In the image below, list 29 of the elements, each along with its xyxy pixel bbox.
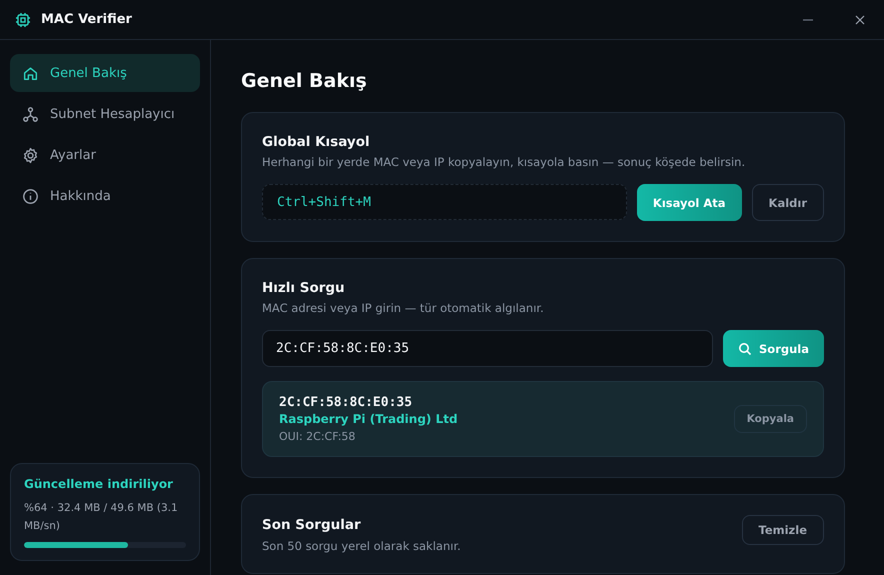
network-icon xyxy=(22,106,39,122)
sidebar-item[interactable]: Subnet Hesaplayıcı xyxy=(10,95,200,133)
card-title: Global Kısayol xyxy=(262,134,371,150)
close-icon[interactable] xyxy=(854,14,866,26)
copy-button[interactable]: Kopyala xyxy=(734,405,807,433)
page-title: Genel Bakış xyxy=(241,70,368,92)
window-title: MAC Verifier xyxy=(41,12,132,27)
card-description: MAC adresi veya IP girin — tür otomatik algılanır. xyxy=(262,301,545,315)
clear-button[interactable]: Temizle xyxy=(742,515,824,545)
sidebar-item[interactable]: Hakkında xyxy=(10,177,200,215)
search-icon xyxy=(738,342,752,356)
remove-button[interactable]: Kaldır xyxy=(752,184,824,221)
chip-icon xyxy=(15,12,31,28)
shortcut-field[interactable]: Ctrl+Shift+M xyxy=(262,184,627,220)
card-description: Son 50 sorgu yerel olarak saklanır. xyxy=(262,539,461,553)
sidebar-item[interactable]: Ayarlar xyxy=(10,136,200,174)
oui-text: OUI: 2C:CF:58 xyxy=(279,430,356,443)
card-description: Herhangi bir yerde MAC veya IP kopyalayın, kısayola basın — sonuç köşede belirsin. xyxy=(262,155,746,169)
mac-address: 2C:CF:58:8C:E0:35 xyxy=(279,395,414,410)
home-icon xyxy=(22,64,39,82)
vendor-name: Raspberry Pi (Trading) Ltd xyxy=(279,412,459,426)
card-title: Hızlı Sorgu xyxy=(262,280,346,296)
update-detail: %64 · 32.4 MB / 49.6 MB (3.1 MB/sn) xyxy=(24,501,179,534)
card-title: Son Sorgular xyxy=(262,517,362,533)
settings-icon xyxy=(22,146,39,164)
query-input[interactable]: 2C:CF:58:8C:E0:35 xyxy=(262,330,714,367)
sidebar-item[interactable]: Genel Bakış xyxy=(10,54,200,92)
update-title: Güncelleme indiriliyor xyxy=(24,477,174,491)
info-icon xyxy=(22,188,39,204)
